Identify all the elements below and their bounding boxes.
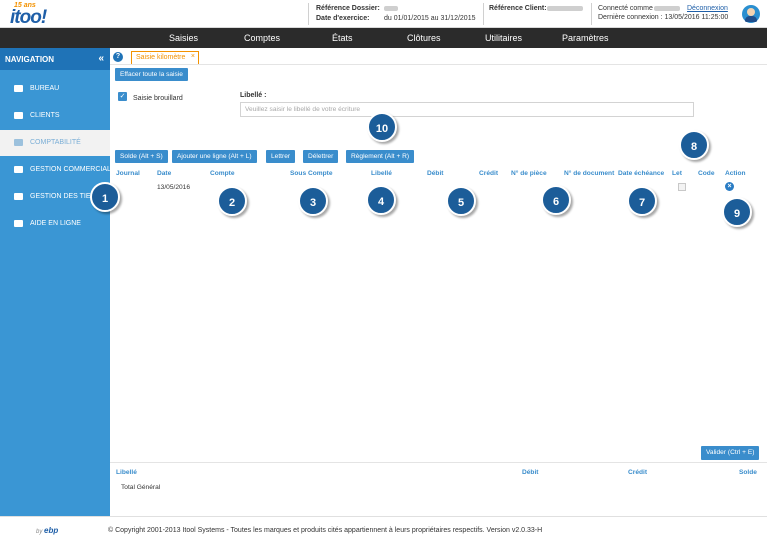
menu-utilitaires[interactable]: Utilitaires bbox=[485, 33, 522, 43]
ref-dossier-label: Référence Dossier: bbox=[316, 5, 380, 12]
book-icon bbox=[14, 220, 23, 227]
sidebar: NAVIGATION « BUREAU CLIENTS COMPTABILITÉ… bbox=[0, 48, 116, 516]
col-code[interactable]: Code bbox=[698, 170, 714, 177]
col-let[interactable]: Let bbox=[672, 170, 682, 177]
libelle-label: Libellé : bbox=[240, 92, 267, 99]
menu-left-corner bbox=[0, 28, 110, 48]
callout-9: 9 bbox=[722, 197, 752, 227]
connected-label: Connecté comme bbox=[598, 5, 653, 12]
page-footer: by ebp © Copyright 2001-2013 Itool Syste… bbox=[0, 516, 767, 539]
by-label: by bbox=[36, 529, 43, 535]
header-divider bbox=[591, 3, 592, 25]
exercice-value: du 01/01/2015 au 31/12/2015 bbox=[384, 15, 476, 22]
header-divider bbox=[483, 3, 484, 25]
ref-client-value-redacted bbox=[547, 6, 583, 11]
totals-col-debit: Débit bbox=[522, 469, 539, 476]
col-date[interactable]: Date bbox=[157, 170, 171, 177]
sidebar-item-gestion-commerciale[interactable]: GESTION COMMERCIALE bbox=[0, 157, 116, 183]
col-action: Action bbox=[725, 170, 746, 177]
close-tab-icon[interactable]: × bbox=[191, 53, 195, 60]
delete-row-icon[interactable]: × bbox=[725, 182, 734, 191]
validate-button[interactable]: Valider (Ctrl + E) bbox=[701, 446, 760, 460]
col-sous-compte[interactable]: Sous Compte bbox=[290, 170, 333, 177]
ebp-brand: ebp bbox=[44, 526, 59, 535]
sidebar-item-label: AIDE EN LIGNE bbox=[30, 220, 81, 227]
sidebar-item-comptabilite[interactable]: COMPTABILITÉ bbox=[0, 130, 110, 156]
delettrer-button[interactable]: Délettrer bbox=[303, 150, 339, 163]
tab-divider bbox=[110, 64, 767, 65]
sidebar-item-clients[interactable]: CLIENTS bbox=[0, 103, 110, 129]
col-date-echeance[interactable]: Date échéance bbox=[618, 170, 664, 177]
logout-link[interactable]: Déconnexion bbox=[687, 5, 728, 12]
lettrer-button[interactable]: Lettrer bbox=[266, 150, 296, 163]
menu-comptes[interactable]: Comptes bbox=[244, 33, 280, 43]
libelle-input[interactable]: Veuillez saisir le libellé de votre écri… bbox=[240, 102, 694, 117]
col-credit[interactable]: Crédit bbox=[479, 170, 498, 177]
totals-col-credit: Crédit bbox=[628, 469, 648, 476]
draft-checkbox-label: Saisie brouillard bbox=[133, 95, 183, 102]
last-login: Dernière connexion : 13/05/2016 11:25:00 bbox=[598, 14, 729, 21]
callout-8: 8 bbox=[679, 130, 709, 160]
total-general-label: Total Général bbox=[121, 484, 161, 491]
itool-logo[interactable]: 15 ans itoo! bbox=[10, 2, 70, 28]
user-avatar-icon[interactable] bbox=[742, 5, 760, 23]
callout-5: 5 bbox=[446, 186, 476, 216]
totals-divider bbox=[110, 462, 767, 463]
sidebar-item-label: GESTION COMMERCIALE bbox=[30, 166, 116, 173]
logo-text: itoo! bbox=[10, 7, 47, 28]
username-redacted bbox=[654, 6, 680, 11]
draft-checkbox[interactable]: ✓ bbox=[118, 92, 127, 101]
ebp-logo: by ebp bbox=[36, 526, 58, 535]
menu-parametres[interactable]: Paramètres bbox=[562, 33, 609, 43]
totals-col-libelle: Libellé bbox=[116, 469, 137, 476]
callout-6: 6 bbox=[541, 185, 571, 215]
nav-title-label: NAVIGATION bbox=[5, 55, 55, 64]
col-libelle[interactable]: Libellé bbox=[371, 170, 392, 177]
callout-3: 3 bbox=[298, 186, 328, 216]
callout-1: 1 bbox=[90, 182, 120, 212]
sidebar-item-aide[interactable]: AIDE EN LIGNE bbox=[0, 211, 110, 237]
tab-saisie-kilometre[interactable]: Saisie kilomètre × bbox=[131, 51, 199, 64]
help-icon[interactable]: ? bbox=[113, 52, 123, 62]
row-date[interactable]: 13/05/2016 bbox=[157, 184, 190, 191]
col-num-piece[interactable]: N° de pièce bbox=[511, 170, 547, 177]
menu-clotures[interactable]: Clôtures bbox=[407, 33, 441, 43]
ref-dossier-value-redacted bbox=[384, 6, 398, 11]
callout-10: 10 bbox=[367, 112, 397, 142]
header-divider bbox=[308, 3, 309, 25]
col-journal[interactable]: Journal bbox=[116, 170, 140, 177]
sidebar-item-label: CLIENTS bbox=[30, 112, 60, 119]
callout-7: 7 bbox=[627, 186, 657, 216]
card-icon bbox=[14, 166, 23, 173]
reglement-button[interactable]: Règlement (Alt + R) bbox=[346, 150, 415, 163]
clear-entry-button[interactable]: Effacer toute la saisie bbox=[115, 68, 188, 81]
col-num-document[interactable]: N° de document bbox=[564, 170, 614, 177]
collapse-icon[interactable]: « bbox=[98, 53, 104, 64]
callout-4: 4 bbox=[366, 185, 396, 215]
sidebar-item-label: BUREAU bbox=[30, 85, 60, 92]
tab-label: Saisie kilomètre bbox=[136, 54, 186, 61]
menu-etats[interactable]: États bbox=[332, 33, 353, 43]
callout-2: 2 bbox=[217, 186, 247, 216]
add-line-button[interactable]: Ajouter une ligne (Alt + L) bbox=[172, 150, 257, 163]
col-compte[interactable]: Compte bbox=[210, 170, 235, 177]
sidebar-item-bureau[interactable]: BUREAU bbox=[0, 76, 110, 102]
exercice-label: Date d'exercice: bbox=[316, 15, 370, 22]
users-icon bbox=[14, 193, 23, 200]
let-checkbox[interactable] bbox=[678, 183, 686, 191]
app-header: 15 ans itoo! Référence Dossier: Date d'e… bbox=[0, 0, 767, 28]
ref-client-label: Référence Client: bbox=[489, 5, 547, 12]
menu-saisies[interactable]: Saisies bbox=[169, 33, 198, 43]
col-debit[interactable]: Débit bbox=[427, 170, 443, 177]
chart-icon bbox=[14, 85, 23, 92]
car-icon bbox=[14, 112, 23, 119]
copyright-text: © Copyright 2001-2013 Itool Systems - To… bbox=[108, 527, 543, 534]
top-menu: Saisies Comptes États Clôtures Utilitair… bbox=[110, 28, 767, 48]
nav-title: NAVIGATION « bbox=[0, 48, 110, 70]
sidebar-item-label: COMPTABILITÉ bbox=[30, 139, 81, 146]
solde-button[interactable]: Solde (Alt + S) bbox=[115, 150, 168, 163]
totals-col-solde: Solde bbox=[739, 469, 757, 476]
calculator-icon bbox=[14, 139, 23, 146]
